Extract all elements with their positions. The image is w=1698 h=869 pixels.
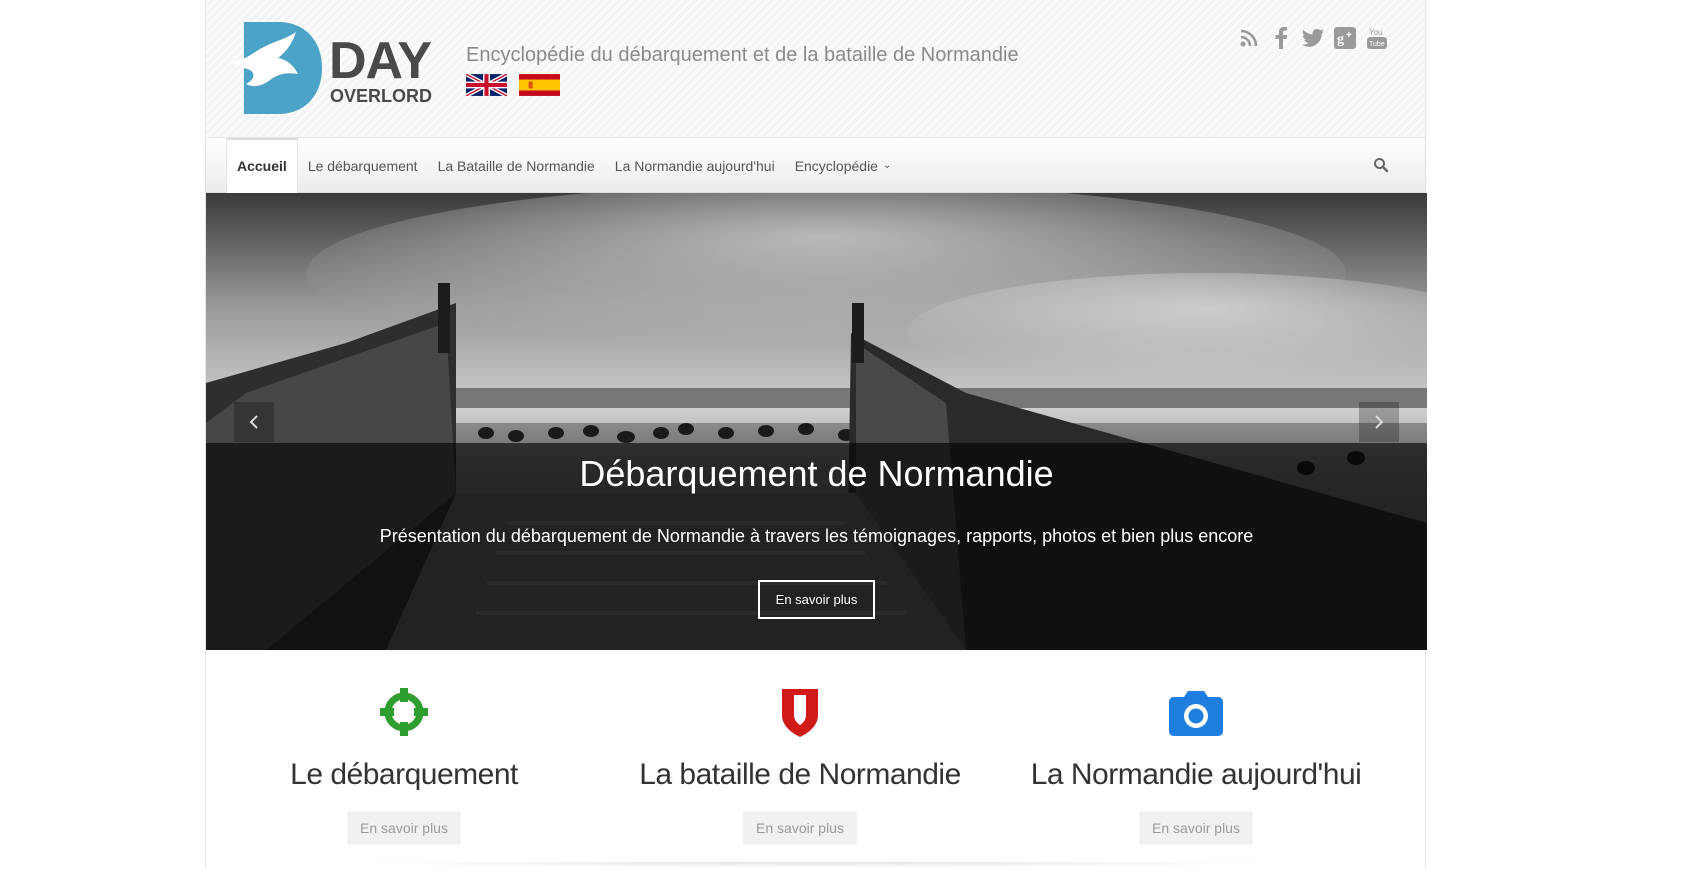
crosshair-icon [380,688,428,736]
social-links: g + You Tube [1237,26,1389,50]
hero-subtitle: Présentation du débarquement de Normandi… [379,526,1254,546]
feature-learn-more-button[interactable]: En savoir plus [1139,811,1253,845]
camera-icon [1169,691,1223,736]
spain-flag-icon[interactable] [519,74,560,96]
google-plus-icon[interactable]: g + [1333,26,1357,50]
nav-item-encyclopedie[interactable]: Encyclopédie ⌄ [785,138,902,193]
feature-learn-more-button[interactable]: En savoir plus [347,811,461,845]
logo-d-mark-icon [232,22,322,114]
hero-slider: Débarquement de Normandie Présentation d… [206,193,1427,650]
nav-item-bataille[interactable]: La Bataille de Normandie [428,138,605,193]
youtube-text-tube: Tube [1369,41,1385,48]
svg-text:+: + [1346,30,1352,41]
twitter-icon[interactable] [1301,26,1325,50]
chevron-down-icon: ⌄ [882,160,892,171]
rss-icon[interactable] [1237,26,1261,50]
search-icon[interactable] [1373,157,1389,173]
chevron-left-icon [249,415,258,429]
nav-item-normandie-aujourdhui[interactable]: La Normandie aujourd'hui [605,138,785,193]
language-flags [466,74,560,96]
youtube-icon[interactable]: You Tube [1365,26,1389,50]
main-nav: Accueil Le débarquement La Bataille de N… [206,138,1425,193]
site-header: DAY OVERLORD Encyclopédie du débarquemen… [206,0,1425,138]
chevron-right-icon [1375,415,1384,429]
hero-learn-more-button[interactable]: En savoir plus [758,580,875,619]
logo-overlord-text: OVERLORD [330,86,433,106]
section-divider [346,862,1286,868]
slider-prev-button[interactable] [234,402,274,442]
facebook-icon[interactable] [1269,26,1293,50]
uk-flag-icon[interactable] [466,74,507,96]
features-section: Le débarquement En savoir plus La batail… [206,650,1425,869]
nav-item-accueil[interactable]: Accueil [226,138,298,193]
logo-day-text: DAY [329,32,432,90]
feature-title: La Normandie aujourd'hui [1030,758,1362,791]
feature-title: La bataille de Normandie [639,758,961,791]
page-container: DAY OVERLORD Encyclopédie du débarquemen… [205,0,1427,869]
nav-item-debarquement[interactable]: Le débarquement [298,138,428,193]
slider-next-button[interactable] [1359,402,1399,442]
nav-item-encyclopedie-label: Encyclopédie [794,157,878,174]
shield-icon [782,689,818,737]
youtube-text-you: You [1369,28,1383,37]
hero-title: Débarquement de Normandie [579,453,1054,494]
feature-title: Le débarquement [290,758,518,791]
site-logo[interactable]: DAY OVERLORD [232,22,447,114]
nav-menu: Accueil Le débarquement La Bataille de N… [226,138,901,193]
site-tagline: Encyclopédie du débarquement et de la ba… [466,44,1019,66]
svg-text:g: g [1337,32,1344,47]
feature-learn-more-button[interactable]: En savoir plus [743,811,857,845]
